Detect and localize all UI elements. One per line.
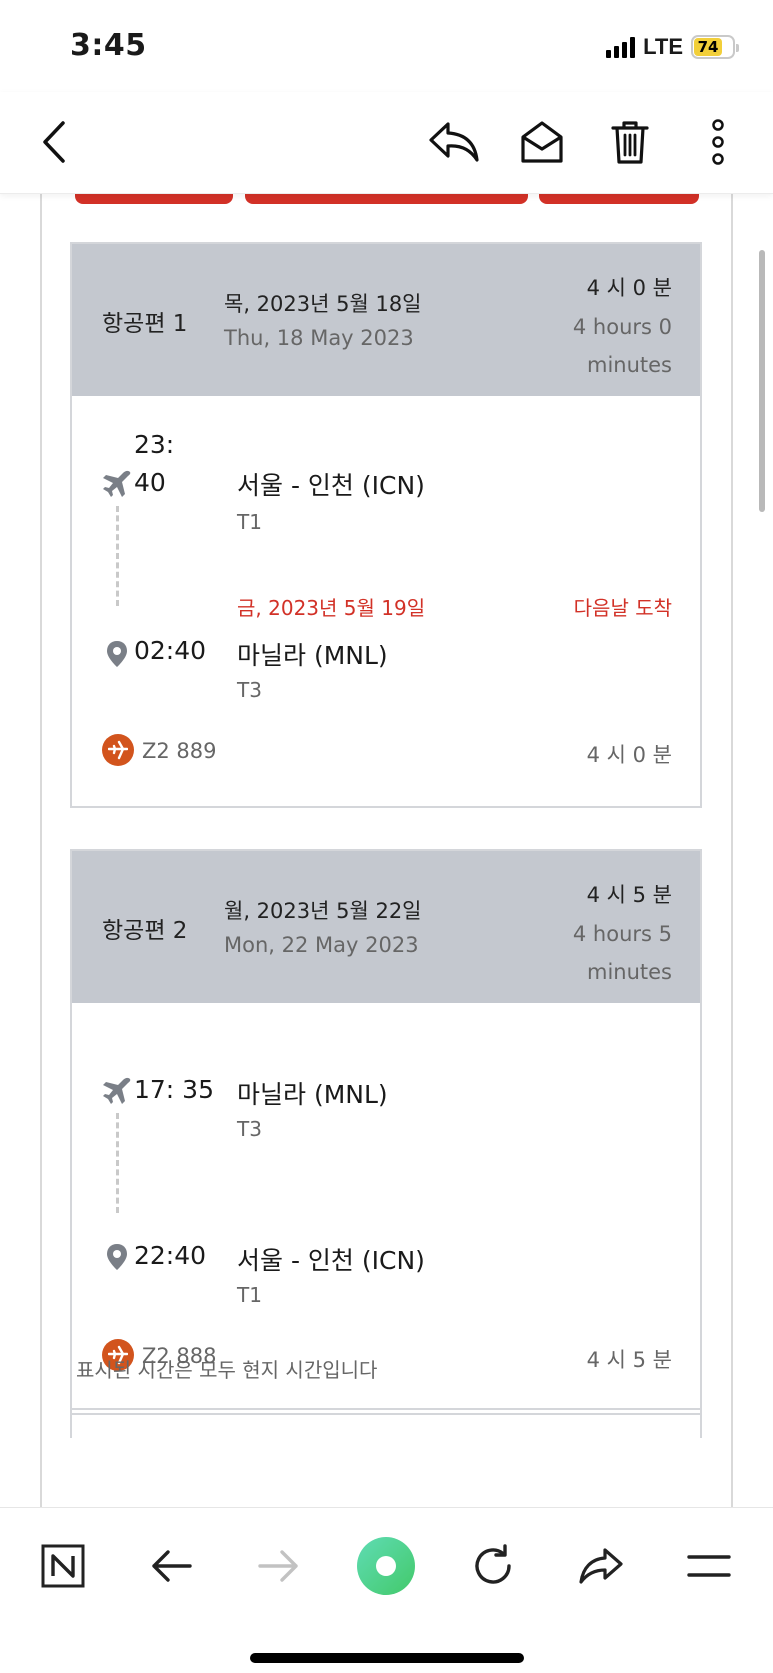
- green-dot-button[interactable]: [356, 1536, 416, 1596]
- mark-unread-button[interactable]: [514, 114, 570, 170]
- red-button-edge[interactable]: [245, 194, 528, 204]
- departure-airport: 마닐라 (MNL): [237, 1080, 388, 1109]
- back-nav-button[interactable]: [141, 1536, 201, 1596]
- departure-terminal: T1: [237, 510, 262, 534]
- segment-label: 항공편 2: [102, 918, 188, 944]
- mail-content[interactable]: 항공편 1 목, 2023년 5월 18일 Thu, 18 May 2023 4…: [0, 194, 773, 1507]
- flight-number: Z2 889: [142, 739, 217, 763]
- route-dashed-line: [116, 506, 119, 606]
- flight-segment-card: 항공편 2 월, 2023년 5월 22일 Mon, 22 May 2023 4…: [70, 849, 702, 1415]
- location-pin-icon: [107, 1244, 127, 1270]
- battery-icon: 74: [691, 35, 739, 59]
- segment-date-en: Mon, 22 May 2023: [224, 933, 419, 957]
- more-vertical-icon: [712, 119, 724, 165]
- departure-airport: 서울 - 인천 (ICN): [237, 471, 425, 500]
- departure-time-minute: 40: [134, 468, 166, 497]
- mail-toolbar: [0, 92, 773, 194]
- segment-header: 항공편 2 월, 2023년 5월 22일 Mon, 22 May 2023 4…: [72, 851, 700, 1003]
- segment-date-ko: 목, 2023년 5월 18일: [224, 292, 422, 316]
- airline-logo-icon: [102, 734, 134, 766]
- menu-icon: [687, 1555, 731, 1577]
- arrival-time: 02:40: [134, 636, 207, 665]
- status-time: 3:45: [70, 28, 147, 63]
- arrival-time: 22:40: [134, 1241, 207, 1270]
- delete-button[interactable]: [602, 114, 658, 170]
- segment-duration-ko: 4 시 5 분: [586, 883, 672, 907]
- arrival-airport: 서울 - 인천 (ICN): [237, 1246, 425, 1275]
- departure-terminal: T3: [237, 1117, 262, 1141]
- departure-time-hour: 23:: [134, 430, 175, 459]
- chevron-left-icon: [43, 121, 65, 163]
- scroll-indicator[interactable]: [759, 250, 765, 512]
- departure-time: 17: 35: [134, 1075, 214, 1104]
- back-button[interactable]: [26, 114, 82, 170]
- flight-duration: 4 시 0 분: [586, 743, 672, 767]
- segment-duration-ko: 4 시 0 분: [586, 276, 672, 300]
- arrival-terminal: T1: [237, 1283, 262, 1307]
- reload-icon: [475, 1544, 511, 1584]
- segment-header: 항공편 1 목, 2023년 5월 18일 Thu, 18 May 2023 4…: [72, 244, 700, 396]
- forward-nav-button[interactable]: [249, 1536, 309, 1596]
- flight-duration: 4 시 5 분: [586, 1348, 672, 1372]
- next-card-edge: [70, 1408, 702, 1438]
- next-day-arrival: 다음날 도착: [573, 596, 672, 620]
- segment-body: 17: 35 마닐라 (MNL) T3 22:40 서울 - 인천 (ICN) …: [72, 1003, 700, 1413]
- segment-body: 23: 40 서울 - 인천 (ICN) T1 금, 2023년 5월 19일 …: [72, 396, 700, 806]
- trash-icon: [611, 121, 649, 164]
- naver-home-button[interactable]: [33, 1536, 93, 1596]
- home-indicator: [250, 1653, 524, 1663]
- takeoff-icon: [103, 470, 131, 497]
- segment-date-ko: 월, 2023년 5월 22일: [224, 899, 422, 923]
- menu-button[interactable]: [679, 1536, 739, 1596]
- red-button-edge[interactable]: [539, 194, 699, 204]
- location-pin-icon: [107, 641, 127, 667]
- reply-icon: [429, 122, 479, 162]
- segment-label: 항공편 1: [102, 311, 188, 337]
- flight-segment-card: 항공편 1 목, 2023년 5월 18일 Thu, 18 May 2023 4…: [70, 242, 702, 808]
- local-time-note: 표시된 시간은 모두 현지 시간입니다: [76, 1358, 378, 1382]
- status-indicators: LTE 74: [606, 34, 739, 60]
- signal-icon: [606, 36, 636, 58]
- route-dashed-line: [116, 1113, 119, 1213]
- status-bar: 3:45 LTE 74: [0, 0, 773, 92]
- browser-bottom-bar: [0, 1507, 773, 1673]
- arrow-left-icon: [152, 1550, 192, 1582]
- green-dot-icon: [357, 1537, 415, 1595]
- battery-level: 74: [694, 38, 723, 56]
- network-type: LTE: [643, 34, 683, 59]
- reply-button[interactable]: [426, 114, 482, 170]
- takeoff-icon: [103, 1077, 131, 1104]
- segment-duration-en: 4 hours 0 minutes: [572, 315, 672, 377]
- naver-n-icon: [41, 1544, 85, 1588]
- share-button[interactable]: [571, 1536, 631, 1596]
- more-button[interactable]: [690, 114, 746, 170]
- share-icon: [579, 1548, 623, 1584]
- segment-date-en: Thu, 18 May 2023: [224, 326, 414, 350]
- arrival-terminal: T3: [237, 678, 262, 702]
- segment-duration-en: 4 hours 5 minutes: [572, 922, 672, 984]
- red-button-edge[interactable]: [75, 194, 233, 204]
- arrival-date: 금, 2023년 5월 19일: [237, 596, 426, 620]
- arrow-right-icon: [258, 1550, 298, 1582]
- arrival-airport: 마닐라 (MNL): [237, 641, 388, 670]
- open-envelope-icon: [521, 121, 563, 163]
- reload-button[interactable]: [463, 1536, 523, 1596]
